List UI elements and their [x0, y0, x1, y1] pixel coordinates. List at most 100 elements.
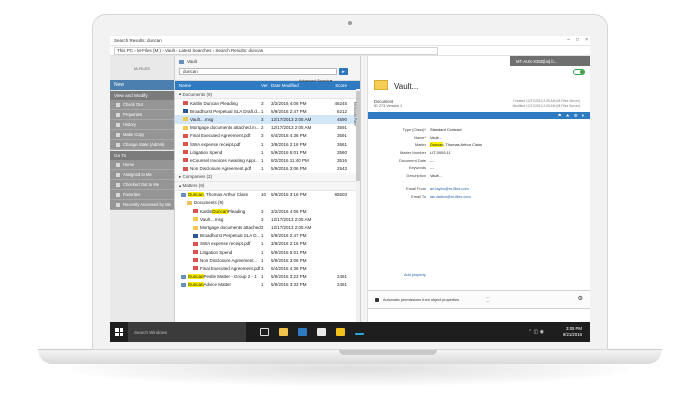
list-item-version: 10	[261, 192, 267, 198]
task-item-label: Checked Out to Me	[123, 182, 160, 187]
list-item-name: Documents (9)	[175, 200, 261, 205]
system-tray[interactable]: ⌃ ◫ ◉	[528, 329, 544, 335]
column-name[interactable]: Name	[175, 83, 261, 88]
list-item[interactable]: Litigation Spend 1 5/9/2016 5:01 PM	[175, 248, 360, 256]
list-item[interactable]: Kaitlin Duncan Pleading 3 3/2/2016 4:06 PM	[175, 207, 360, 215]
email-link[interactable]: ari.taylor@m-files.com	[430, 186, 469, 191]
list-item-text: Kaitlin Duncan Pleading	[190, 100, 238, 106]
task-item-icon	[116, 132, 120, 137]
email-property-row[interactable]: Email From ari.taylor@m-files.com	[368, 185, 590, 193]
list-item-text: Final Executed Agreement.pdf	[190, 133, 251, 139]
list-item[interactable]: Litigation Spend 1 5/9/2016 5:01 PM 3560	[175, 148, 360, 156]
property-row[interactable]: Name* Vault...	[368, 134, 590, 142]
task-item[interactable]: Make Copy	[110, 130, 174, 140]
network-app-icon[interactable]	[355, 329, 364, 335]
taskbar-clock[interactable]: 3:05 PM 9/21/2016	[563, 326, 582, 338]
list-item-name: SWA expense receipt.pdf	[175, 142, 261, 147]
list-item[interactable]: Non Disclosure Agreement... 1 5/9/2016 3:0…	[175, 256, 360, 264]
task-item[interactable]: Recently Accessed by Me	[110, 200, 174, 210]
property-row[interactable]: Type (Class)* Standard Contract	[368, 126, 590, 134]
camera-icon	[348, 21, 352, 25]
list-item-text: SWA expense receipt.pdf	[200, 241, 251, 247]
list-item-version: 1	[261, 108, 264, 114]
group-documents[interactable]: ▴ Documents (9)	[175, 90, 360, 99]
settings-icon[interactable]: ⚙	[574, 113, 578, 119]
outlook-icon[interactable]	[336, 328, 345, 336]
view-toggle[interactable]	[573, 69, 585, 75]
task-view-icon[interactable]	[260, 328, 269, 336]
list-item[interactable]: Duncan, Thomas Arthur Claim 10 5/9/2016 3:…	[175, 191, 360, 199]
task-item[interactable]: Assigned to Me	[110, 170, 174, 180]
pdf-icon	[183, 150, 188, 155]
list-item[interactable]: Final Executed Agreement.pdf 3 6/4/2016 4:…	[175, 132, 360, 140]
mail-icon	[183, 117, 188, 122]
address-path[interactable]: This PC › M-Files (M:) › Vault › Latest …	[114, 46, 438, 55]
advanced-search-link[interactable]: Advanced Search ▾	[299, 78, 332, 83]
list-item[interactable]: Final Executed Agreement.pdf 3 6/4/2016 4:…	[175, 264, 360, 272]
list-item[interactable]: Documents (9)	[175, 199, 360, 207]
property-row[interactable]: Document Date ---	[368, 156, 590, 164]
property-row[interactable]: Matter Number LIT-0009-11	[368, 149, 590, 157]
maximize-icon[interactable]: □	[576, 37, 579, 43]
add-property-link[interactable]: Add property	[404, 273, 426, 277]
close-icon[interactable]: ×	[585, 37, 588, 43]
metadata-pane-tab[interactable]: Metadata Pane	[353, 56, 368, 332]
section-header[interactable]: View and Modify	[110, 91, 174, 100]
list-item[interactable]: Broadhurst Perpetual SLA Draft.d... 1 5/9/…	[175, 107, 360, 115]
new-button[interactable]: New	[110, 80, 174, 90]
mail-app-icon[interactable]	[317, 328, 326, 336]
column-date-modified[interactable]: Date Modified	[271, 83, 319, 88]
list-item[interactable]: Duncan Pestle Matter - Group 2 - 1 1 5/9/2…	[175, 273, 360, 281]
list-item[interactable]: Vault....msg 3 12/17/2013 2:05 AM 4590	[175, 115, 360, 124]
favorite-icon[interactable]: ★	[566, 113, 570, 119]
task-item[interactable]: Checked Out to Me	[110, 180, 174, 190]
property-row[interactable]: Description Vault...	[368, 172, 590, 180]
list-item[interactable]: Mortgage documents attached.m... 2 12/17/2…	[175, 124, 360, 132]
task-item[interactable]: Home	[110, 160, 174, 170]
task-item[interactable]: Check Out	[110, 100, 174, 110]
task-item[interactable]: Properties	[110, 110, 174, 120]
section-header[interactable]: Go To	[110, 151, 174, 160]
task-item[interactable]: History	[110, 120, 174, 130]
list-item-date: 5/9/2016 3:23 PM	[271, 274, 307, 280]
group-companies[interactable]: ▸ Companies (2)	[175, 172, 360, 182]
start-button[interactable]	[110, 322, 128, 342]
property-value-text: ---	[430, 157, 434, 163]
vault-logo: M-FILES	[134, 65, 150, 71]
list-item[interactable]: Mortgage documents attached... 2 12/17/201…	[175, 223, 360, 231]
mfiles-app-icon[interactable]	[298, 328, 307, 336]
taskbar-search[interactable]: Search Windows	[128, 322, 246, 342]
list-item[interactable]: SWA expense receipt.pdf 1 3/8/2016 2:16 PM…	[175, 140, 360, 148]
flag-icon[interactable]: ⚑	[558, 113, 562, 119]
task-item-icon	[116, 182, 120, 187]
list-item[interactable]: Broadhurst Perpetual SLA D... 1 5/9/2016 2…	[175, 232, 360, 240]
column-version[interactable]: Ver.	[261, 83, 271, 88]
task-item[interactable]: Change State (Admin)	[110, 140, 174, 150]
property-value: LIT-0009-11	[430, 150, 451, 155]
task-item[interactable]: Favorites	[110, 190, 174, 200]
list-item-date: 3/2/2016 4:06 PM	[271, 208, 307, 214]
email-icon	[374, 80, 388, 90]
minimize-icon[interactable]: –	[567, 37, 570, 43]
property-row[interactable]: Keywords ---	[368, 164, 590, 172]
list-item[interactable]: Non Disclosure Agreement.pdf 1 5/9/2016 3:…	[175, 165, 360, 173]
file-explorer-icon[interactable]	[279, 328, 288, 336]
list-item[interactable]: Vault....msg 3 12/17/2013 2:05 AM	[175, 215, 360, 223]
property-row[interactable]: Matter Duncan, Thomas Arthur Claim	[368, 141, 590, 149]
search-input[interactable]: duncan	[179, 68, 337, 75]
gear-icon[interactable]: ⚙	[578, 295, 583, 302]
list-item[interactable]: Duncan Advice Matter 1 5/9/2016 3:33 PM 249…	[175, 281, 360, 289]
search-go-icon[interactable]: ▸	[339, 68, 348, 75]
column-score[interactable]: Score	[319, 83, 347, 88]
email-property-row[interactable]: Email To ian.dalton@m-files.com	[368, 193, 590, 201]
list-item[interactable]: Kaitlin Duncan Pleading 3 3/2/2016 4:06 PM…	[175, 99, 360, 107]
list-item-name: Duncan Advice Matter	[175, 282, 261, 288]
chevron-down-icon[interactable]: ▾	[582, 113, 584, 119]
list-item-version: 2	[261, 125, 264, 131]
list-item-text: Mortgage documents attached...	[200, 225, 261, 231]
group-matters[interactable]: ▴ Matters (9)	[175, 181, 360, 191]
list-item[interactable]: eCounsel Invoices Awaiting Appr... 1 8/2/2…	[175, 156, 360, 164]
list-item[interactable]: SWA expense receipt.pdf 1 3/8/2016 2:16 PM	[175, 240, 360, 248]
lock-icon	[375, 297, 379, 302]
email-link[interactable]: ian.dalton@m-files.com	[430, 194, 471, 199]
